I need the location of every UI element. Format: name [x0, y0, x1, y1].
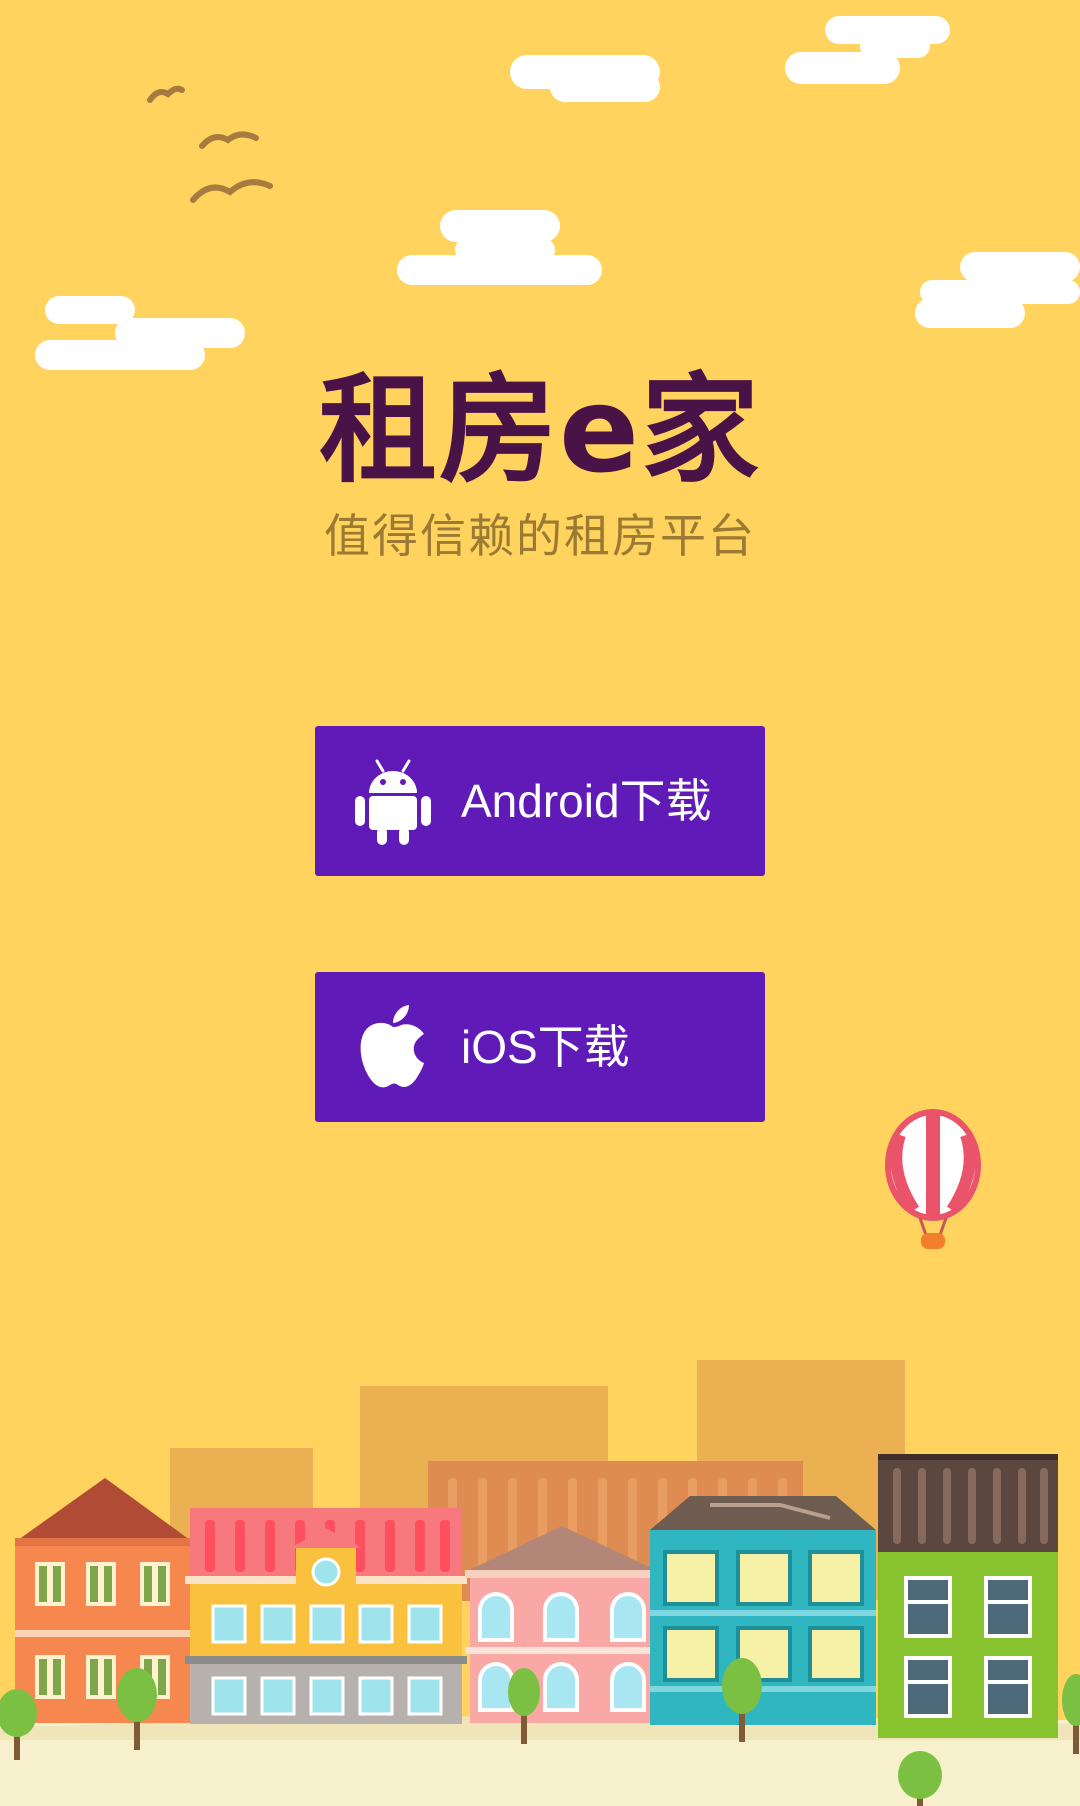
building-yellow [185, 1508, 467, 1724]
cloud-4 [35, 296, 245, 370]
clouds [35, 16, 1080, 370]
building-teal [650, 1496, 876, 1725]
landing-page: 租房e家 值得信赖的租房平台 Android下载 iOS下载 [0, 0, 1080, 1806]
android-download-label: Android下载 [461, 775, 712, 827]
background-illustration [0, 16, 1080, 1806]
app-title: 租房e家 [318, 361, 762, 499]
ios-download-label: iOS下载 [461, 1021, 630, 1073]
android-download-button[interactable]: Android下载 [315, 726, 765, 876]
cloud-1 [510, 55, 660, 102]
building-green [878, 1454, 1058, 1738]
android-icon [355, 757, 431, 845]
app-subtitle: 值得信赖的租房平台 [324, 509, 756, 563]
cloud-5 [915, 252, 1080, 328]
birds [147, 85, 273, 203]
building-orange [15, 1478, 190, 1723]
apple-icon [355, 1003, 431, 1091]
cloud-2 [785, 16, 950, 84]
hot-air-balloon-icon [885, 1109, 981, 1249]
ios-download-button[interactable]: iOS下载 [315, 972, 765, 1122]
cloud-3 [397, 210, 602, 285]
